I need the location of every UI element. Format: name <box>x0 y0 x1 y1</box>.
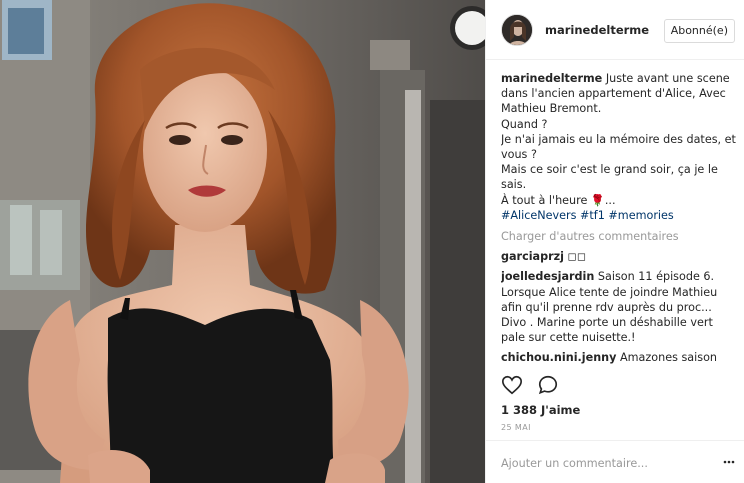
photo-illustration <box>0 0 485 483</box>
hashtag-link[interactable]: #tf1 <box>580 209 605 222</box>
add-comment-bar <box>486 440 744 483</box>
comment-item: garciaprzj ◻◻ <box>501 249 736 264</box>
comment-item: chichou.nini.jenny Amazones saison 11. C… <box>501 350 736 367</box>
post-actions <box>501 374 559 396</box>
caption-line: Mais ce soir c'est le grand soir, ça je … <box>501 163 718 192</box>
add-comment-input[interactable] <box>501 453 701 473</box>
caption-line: Quand ? <box>501 117 548 131</box>
comment-item: joelledesjardin Saison 11 épisode 6. Lor… <box>501 269 736 345</box>
caption-line: Je n'ai jamais eu la mémoire des dates, … <box>501 132 736 162</box>
comment-username[interactable]: joelledesjardin <box>501 270 594 283</box>
post-caption: marinedelterme Juste avant une scene dan… <box>501 71 736 223</box>
avatar-portrait-icon <box>502 14 532 45</box>
avatar[interactable] <box>501 13 533 46</box>
more-dots-icon[interactable] <box>723 456 735 468</box>
comment-username[interactable]: garciaprzj <box>501 250 564 263</box>
post-sidebar: marinedelterme Abonné(e) marinedelterme … <box>485 0 744 483</box>
post-header: marinedelterme Abonné(e) <box>486 0 744 60</box>
caption-line: À tout à l'heure 🌹... <box>501 193 616 207</box>
comment-username[interactable]: chichou.nini.jenny <box>501 351 616 364</box>
heart-icon[interactable] <box>501 374 523 396</box>
load-more-comments-link[interactable]: Charger d'autres commentaires <box>501 229 736 244</box>
instagram-post: marinedelterme Abonné(e) marinedelterme … <box>0 0 744 483</box>
header-username[interactable]: marinedelterme <box>545 23 649 37</box>
follow-button[interactable]: Abonné(e) <box>663 19 735 43</box>
comments-section: marinedelterme Juste avant une scene dan… <box>501 71 736 367</box>
comment-text: ◻◻ <box>567 250 587 264</box>
hashtag-link[interactable]: #AliceNevers <box>501 209 576 222</box>
hashtag-link[interactable]: #memories <box>608 209 673 222</box>
caption-username[interactable]: marinedelterme <box>501 72 602 85</box>
speech-bubble-icon[interactable] <box>537 374 559 396</box>
caption-hashtags: #AliceNevers #tf1 #memories <box>501 208 736 223</box>
likes-count[interactable]: 1 388 J'aime <box>501 403 580 417</box>
post-date: 25 MAI <box>501 423 531 432</box>
caption-line: marinedelterme Juste avant une scene dan… <box>501 71 736 117</box>
post-photo[interactable] <box>0 0 485 483</box>
